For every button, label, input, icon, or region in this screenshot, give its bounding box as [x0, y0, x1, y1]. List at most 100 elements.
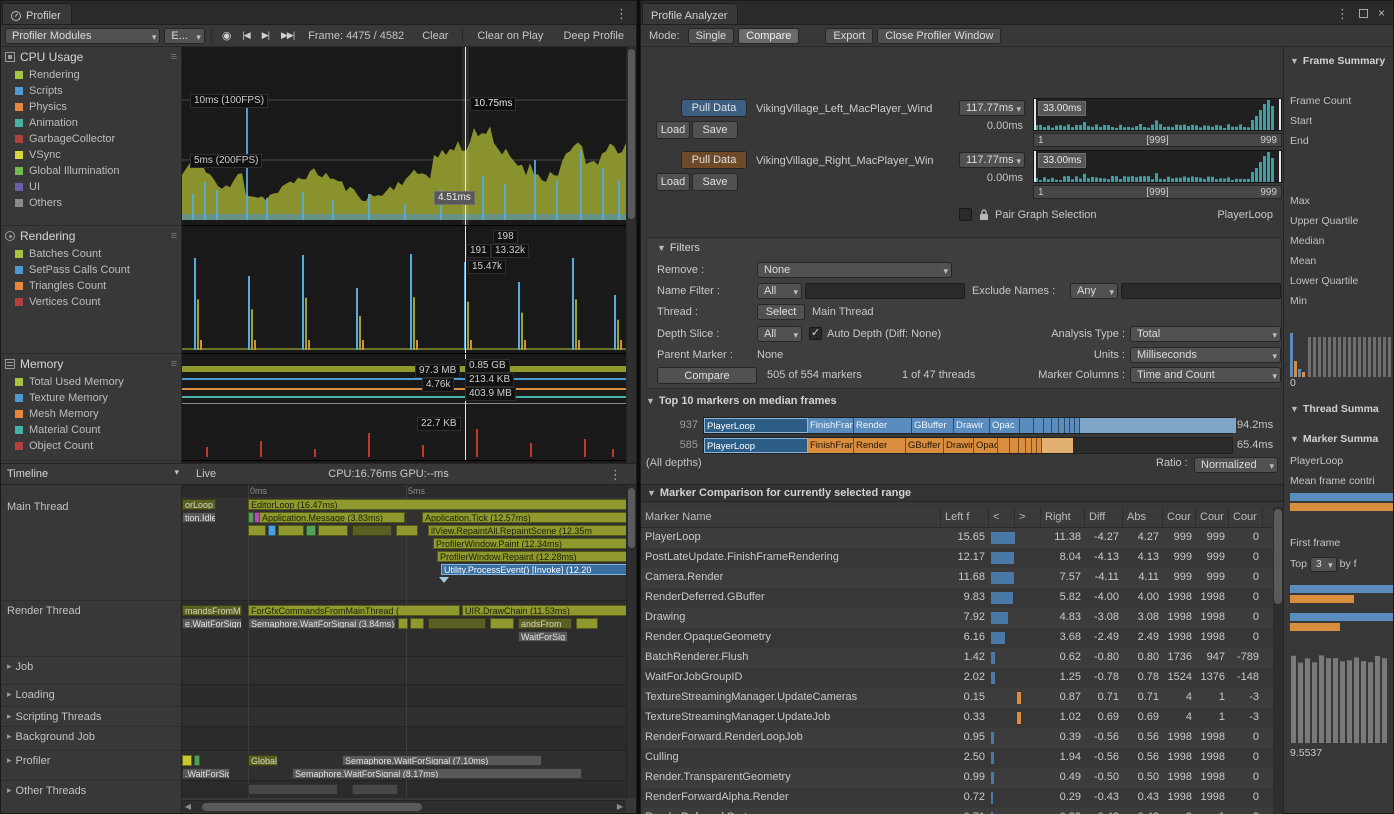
- table-row[interactable]: PostLateUpdate.FinishFrameRendering12.17…: [641, 548, 1273, 568]
- column-header-3[interactable]: >: [1015, 507, 1041, 528]
- legend-item-others[interactable]: Others: [1, 195, 181, 211]
- current-frame-button[interactable]: ▶▶|: [277, 30, 298, 41]
- legend-item-global-illumination[interactable]: Global Illumination: [1, 163, 181, 179]
- name-filter-mode-dropdown[interactable]: All: [757, 283, 802, 299]
- timeline-span[interactable]: Semaphore.WaitForSignal (3.84ms): [248, 618, 396, 629]
- timeline-span[interactable]: [490, 618, 514, 629]
- timeline-span[interactable]: EditorLoop (16.47ms): [248, 499, 626, 510]
- pull-data-button[interactable]: Pull Data: [681, 151, 747, 169]
- column-header-6[interactable]: Abs: [1123, 507, 1163, 528]
- load-button[interactable]: Load: [656, 173, 690, 191]
- legend-item-vertices-count[interactable]: Vertices Count: [1, 294, 181, 310]
- kebab-menu-icon[interactable]: [1336, 7, 1349, 20]
- timeline-span[interactable]: GlobalP: [248, 755, 278, 766]
- timeline-span[interactable]: [410, 618, 424, 629]
- foldout-open-icon[interactable]: [1290, 56, 1299, 66]
- marker-segment[interactable]: [1052, 418, 1059, 433]
- timeline-span[interactable]: [182, 755, 192, 766]
- timeline-span[interactable]: llView.RepaintAll.RepaintScene (12.35m: [428, 525, 626, 536]
- profiler-modules-dropdown[interactable]: Profiler Modules: [5, 28, 160, 44]
- foldout-open-icon[interactable]: [647, 488, 656, 498]
- timeline-span[interactable]: ProfilerWindow.Paint (12.34ms): [433, 538, 626, 549]
- timeline-view-dropdown[interactable]: Timeline: [1, 464, 182, 484]
- timeline-span[interactable]: [398, 618, 408, 629]
- module-header-rendering[interactable]: Rendering≡: [1, 226, 181, 246]
- table-row[interactable]: RenderDeferred.GBuffer9.835.82-4.004.001…: [641, 588, 1273, 608]
- kebab-menu-icon[interactable]: [609, 468, 622, 481]
- legend-item-setpass-calls-count[interactable]: SetPass Calls Count: [1, 262, 181, 278]
- exclude-names-input[interactable]: [1121, 283, 1281, 299]
- timeline-span[interactable]: WaitForSig: [518, 631, 568, 642]
- close-profiler-window-button[interactable]: Close Profiler Window: [877, 28, 1001, 44]
- column-header-5[interactable]: Diff: [1085, 507, 1123, 528]
- frame-time-histogram[interactable]: 33.00ms: [1033, 150, 1282, 183]
- marker-segment[interactable]: [998, 438, 1010, 453]
- timeline-span[interactable]: ProfilerWindow.Repaint (12.28ms): [437, 551, 626, 562]
- legend-item-vsync[interactable]: VSync: [1, 147, 181, 163]
- table-row[interactable]: Culling2.501.94-0.560.56199819980: [641, 748, 1273, 768]
- timeline-span[interactable]: orLoop (1.6: [182, 499, 216, 510]
- module-header-cpu-usage[interactable]: CPU Usage≡: [1, 47, 181, 67]
- timeline-span[interactable]: Application.Message (3.83ms): [259, 512, 405, 523]
- timeline-span[interactable]: mandsFromM: [182, 605, 242, 616]
- depth-slice-dropdown[interactable]: All: [757, 326, 802, 342]
- frame-time-histogram[interactable]: 33.00ms: [1033, 98, 1282, 131]
- thread-label-background-job[interactable]: ▸Background Job: [1, 727, 181, 751]
- timeline-span[interactable]: e.WaitForSignal: [182, 618, 242, 629]
- scrollbar-thumb[interactable]: [628, 49, 635, 219]
- legend-item-physics[interactable]: Physics: [1, 99, 181, 115]
- timeline-span[interactable]: Semaphore.WaitForSignal (7.10ms): [342, 755, 542, 766]
- time-scale-dropdown[interactable]: 117.77ms: [959, 100, 1025, 116]
- marker-segment[interactable]: [1080, 418, 1236, 433]
- table-row[interactable]: WaitForJobGroupID2.021.25-0.780.78152413…: [641, 668, 1273, 688]
- ratio-dropdown[interactable]: Normalized: [1194, 457, 1278, 473]
- timeline-span[interactable]: Semaphore.WaitForSignal (8.17ms): [292, 768, 582, 779]
- column-header-8[interactable]: Cour: [1196, 507, 1229, 528]
- timeline-span[interactable]: tion.Idle (1: [182, 512, 216, 523]
- foldout-open-icon[interactable]: [657, 243, 666, 253]
- foldout-closed-icon[interactable]: ▸: [7, 755, 12, 780]
- clear-on-play-button[interactable]: Clear on Play: [469, 28, 551, 44]
- cpu-usage-chart[interactable]: 10ms (100FPS) 5ms (200FPS) 10.75ms 4.51m…: [182, 47, 626, 226]
- filters-compare-button[interactable]: Compare: [657, 367, 757, 384]
- timeline-span[interactable]: Utility.ProcessEvent() [Invoke] (12.20: [441, 564, 626, 575]
- table-row[interactable]: RenderForwardAlpha.Render0.720.29-0.430.…: [641, 788, 1273, 808]
- deep-profile-toggle[interactable]: Deep Profile: [555, 28, 632, 44]
- marker-segment[interactable]: [1010, 438, 1019, 453]
- pair-graph-checkbox[interactable]: [959, 208, 972, 221]
- timeline-span[interactable]: ForGfxCommandsFromMainThread (: [248, 605, 460, 616]
- timeline-span[interactable]: andsFrom: [518, 618, 572, 629]
- timeline-span[interactable]: [352, 784, 398, 795]
- legend-item-scripts[interactable]: Scripts: [1, 83, 181, 99]
- top-n-dropdown[interactable]: 3: [1310, 557, 1337, 572]
- column-header-4[interactable]: Right: [1041, 507, 1085, 528]
- marker-segment[interactable]: GBuffer: [906, 438, 944, 453]
- table-row[interactable]: RenderForward.RenderLoopJob0.950.39-0.56…: [641, 728, 1273, 748]
- marker-segment[interactable]: [1034, 418, 1044, 433]
- drag-handle-icon[interactable]: ≡: [171, 230, 177, 242]
- foldout-closed-icon[interactable]: ▸: [7, 785, 12, 798]
- table-row[interactable]: BatchRenderer.Flush1.420.62-0.800.801736…: [641, 648, 1273, 668]
- foldout-open-icon[interactable]: [1290, 434, 1299, 444]
- thread-label-job[interactable]: ▸Job: [1, 657, 181, 685]
- legend-item-object-count[interactable]: Object Count: [1, 438, 181, 454]
- load-button[interactable]: Load: [656, 121, 690, 139]
- table-vertical-scrollbar[interactable]: [1273, 507, 1283, 814]
- column-header-9[interactable]: Cour: [1229, 507, 1263, 528]
- legend-item-triangles-count[interactable]: Triangles Count: [1, 278, 181, 294]
- time-scale-dropdown[interactable]: 117.77ms: [959, 152, 1025, 168]
- column-header-7[interactable]: Cour: [1163, 507, 1196, 528]
- analysis-type-dropdown[interactable]: Total: [1130, 326, 1281, 342]
- tab-profile-analyzer[interactable]: Profile Analyzer: [642, 3, 738, 24]
- record-button[interactable]: ◉: [218, 29, 235, 42]
- timeline-span[interactable]: [248, 784, 338, 795]
- foldout-open-icon[interactable]: [1290, 404, 1299, 414]
- marker-segment[interactable]: [1020, 418, 1034, 433]
- legend-item-rendering[interactable]: Rendering: [1, 67, 181, 83]
- marker-segment[interactable]: Drawir: [944, 438, 974, 453]
- marker-segment[interactable]: Opac: [974, 438, 998, 453]
- marker-segment[interactable]: Render: [854, 438, 906, 453]
- timeline-tracks[interactable]: 0ms5msorLoop (1.6EditorLoop (16.47ms)tio…: [182, 485, 626, 798]
- column-header-1[interactable]: Left f: [941, 507, 989, 528]
- prev-frame-button[interactable]: |◀: [238, 30, 253, 41]
